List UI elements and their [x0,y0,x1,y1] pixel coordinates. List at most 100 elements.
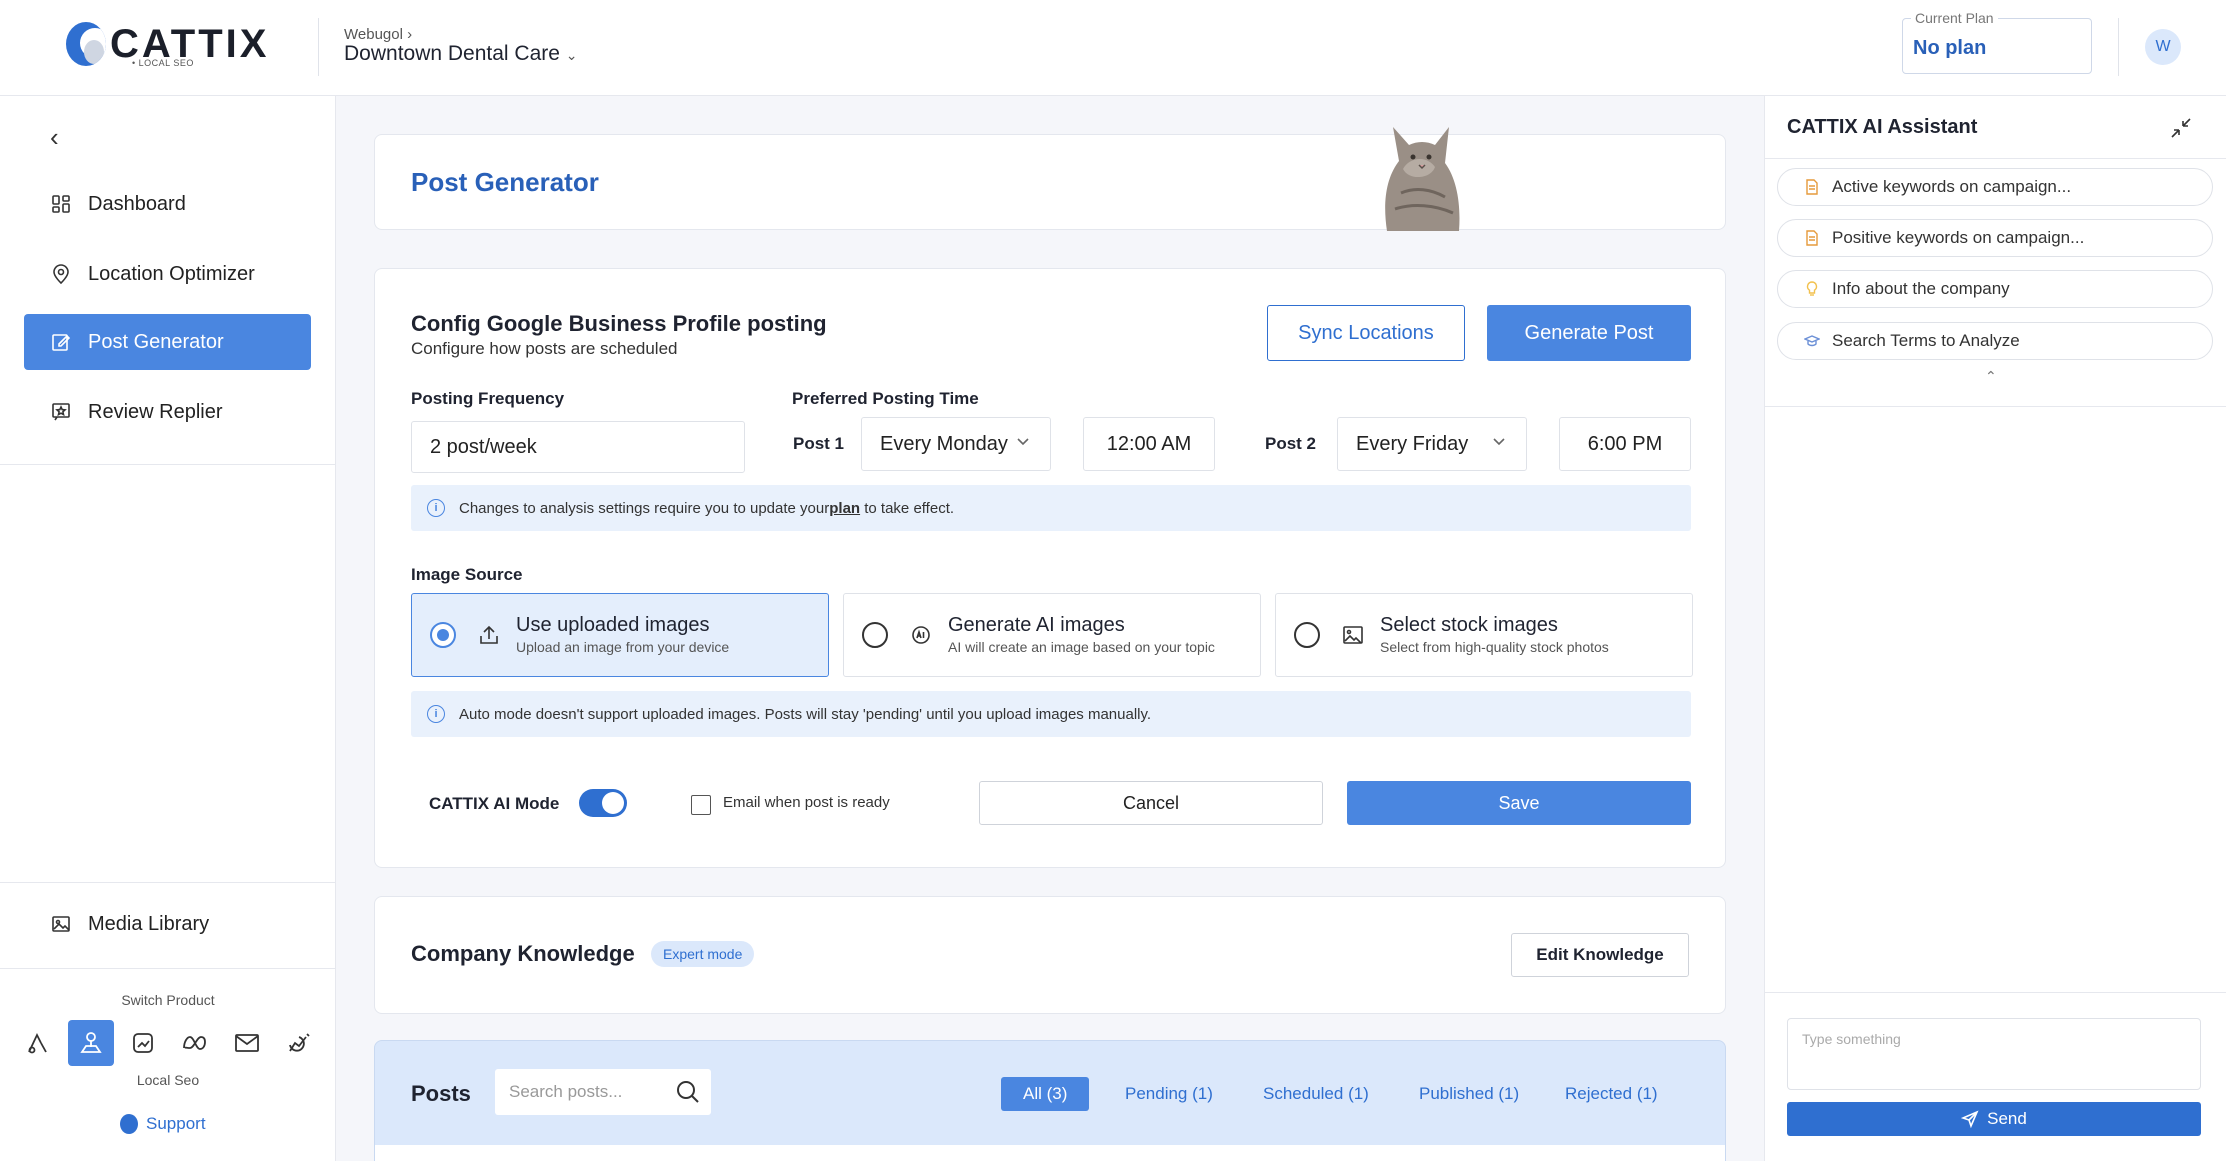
tab-all[interactable]: All (3) [1001,1077,1090,1111]
location-selector[interactable]: Downtown Dental Care ⌄ [344,42,578,66]
post2-day-select[interactable]: Every Friday [1337,417,1527,471]
posting-frequency-label: Posting Frequency [411,389,565,408]
assistant-divider [1765,406,2226,407]
chip-label: Positive keywords on campaign... [1832,228,2085,247]
document-icon [1804,230,1820,246]
send-icon [1961,1110,1979,1128]
product-analytics-icon[interactable] [120,1020,166,1066]
post1-day-value: Every Monday [880,432,1008,455]
image-icon [50,913,72,935]
sidebar-item-review-replier[interactable]: Review Replier [24,384,311,440]
ai-assistant-panel: CATTIX AI Assistant Active keywords on c… [1764,96,2226,1161]
post2-label: Post 2 [1265,434,1317,453]
assistant-divider [1765,158,2226,159]
chevron-down-icon [1492,434,1506,450]
suggestion-chip[interactable]: Positive keywords on campaign... [1777,219,2213,257]
sidebar-divider [0,464,336,465]
suggestion-chip[interactable]: Search Terms to Analyze [1777,322,2213,360]
breadcrumb-parent[interactable]: Webugol › [344,26,412,43]
current-plan-box[interactable]: Current Plan No plan [1902,10,2092,74]
cat-mascot-icon [1385,127,1460,231]
posting-config-card: Config Google Business Profile posting C… [374,268,1726,868]
switch-product-label: Switch Product [121,992,215,1008]
radio-selected[interactable] [430,622,456,648]
lightbulb-icon [1804,281,1820,297]
search-posts-input[interactable]: Search posts... [495,1069,711,1115]
sidebar-item-label: Review Replier [88,400,223,423]
product-email-icon[interactable] [224,1020,270,1066]
search-icon[interactable] [675,1079,701,1110]
product-meta-icon[interactable] [172,1020,218,1066]
send-button[interactable]: Send [1787,1102,2201,1136]
company-knowledge-card: Company Knowledge Expert mode Edit Knowl… [374,896,1726,1014]
avatar[interactable]: W [2145,29,2181,65]
tab-published[interactable]: Published (1) [1397,1077,1541,1111]
source-uploaded-option[interactable]: Use uploaded images Upload an image from… [411,593,829,677]
auto-mode-notice-text: Auto mode doesn't support uploaded image… [459,705,1152,723]
generate-post-button[interactable]: Generate Post [1487,305,1691,361]
plan-notice-after: to take effect. [860,499,955,517]
sidebar-divider [0,968,336,969]
tab-scheduled[interactable]: Scheduled (1) [1241,1077,1391,1111]
assistant-divider [1765,992,2226,993]
source-desc: Select from high-quality stock photos [1380,639,1609,655]
ai-mode-toggle[interactable] [579,789,627,817]
suggestion-chip[interactable]: Info about the company [1777,270,2213,308]
sidebar-item-label: Media Library [88,912,210,935]
plan-notice: i Changes to analysis settings require y… [411,485,1691,531]
source-title: Select stock images [1380,614,1558,636]
product-local-seo-icon[interactable] [68,1020,114,1066]
support-icon [120,1114,138,1134]
location-name: Downtown Dental Care [344,42,560,65]
cattix-logo-mark-icon [66,22,106,66]
product-switcher [16,1020,322,1066]
sync-locations-button[interactable]: Sync Locations [1267,305,1465,361]
source-title: Generate AI images [948,614,1125,636]
post1-day-select[interactable]: Every Monday [861,417,1051,471]
post2-time-field[interactable]: 6:00 PM [1559,417,1691,471]
sidebar-item-location-optimizer[interactable]: Location Optimizer [24,246,311,302]
header-divider [2118,18,2119,76]
edit-post-icon [50,331,72,353]
collapse-sidebar-icon[interactable]: ‹ [50,122,59,153]
sidebar-item-dashboard[interactable]: Dashboard [24,176,311,232]
dashboard-icon [50,193,72,215]
posts-card: Posts Search posts... All (3) Pending (1… [374,1040,1726,1161]
info-icon: i [427,705,445,723]
suggestion-chip[interactable]: Active keywords on campaign... [1777,168,2213,206]
config-title: Config Google Business Profile posting [411,311,827,336]
support-link[interactable]: Support [120,1114,206,1134]
chip-label: Active keywords on campaign... [1832,177,2072,196]
posting-frequency-field[interactable]: 2 post/week [411,421,745,473]
page-title: Post Generator [411,167,599,197]
assistant-message-input[interactable]: Type something [1787,1018,2201,1090]
save-button[interactable]: Save [1347,781,1691,825]
sidebar: ‹ Dashboard Location Optimizer Post Gene… [0,96,336,1161]
source-ai-option[interactable]: Generate AI images AI will create an ima… [843,593,1261,677]
edit-knowledge-button[interactable]: Edit Knowledge [1511,933,1689,977]
sidebar-item-media-library[interactable]: Media Library [24,896,311,952]
product-ads-icon[interactable] [16,1020,62,1066]
radio-unselected[interactable] [1294,622,1320,648]
product-reviews-icon[interactable] [276,1020,322,1066]
graduation-cap-icon [1804,333,1820,349]
email-checkbox[interactable] [691,795,711,815]
post1-time-field[interactable]: 12:00 AM [1083,417,1215,471]
logo-subtitle: • LOCAL SEO [132,58,194,68]
collapse-suggestions-icon[interactable]: ⌃ [1985,368,1997,385]
tab-rejected[interactable]: Rejected (1) [1543,1077,1680,1111]
source-stock-option[interactable]: Select stock images Select from high-qua… [1275,593,1693,677]
chip-label: Info about the company [1832,279,2010,298]
minimize-icon[interactable] [2169,116,2193,145]
cancel-button[interactable]: Cancel [979,781,1323,825]
radio-unselected[interactable] [862,622,888,648]
send-label: Send [1987,1109,2027,1128]
post1-label: Post 1 [793,434,845,453]
header-divider [318,18,319,76]
review-star-icon [50,401,72,423]
source-desc: AI will create an image based on your to… [948,639,1215,655]
plan-label: Current Plan [1911,10,1998,26]
sidebar-item-post-generator[interactable]: Post Generator [24,314,311,370]
tab-pending[interactable]: Pending (1) [1103,1077,1235,1111]
plan-link[interactable]: plan [829,500,860,517]
